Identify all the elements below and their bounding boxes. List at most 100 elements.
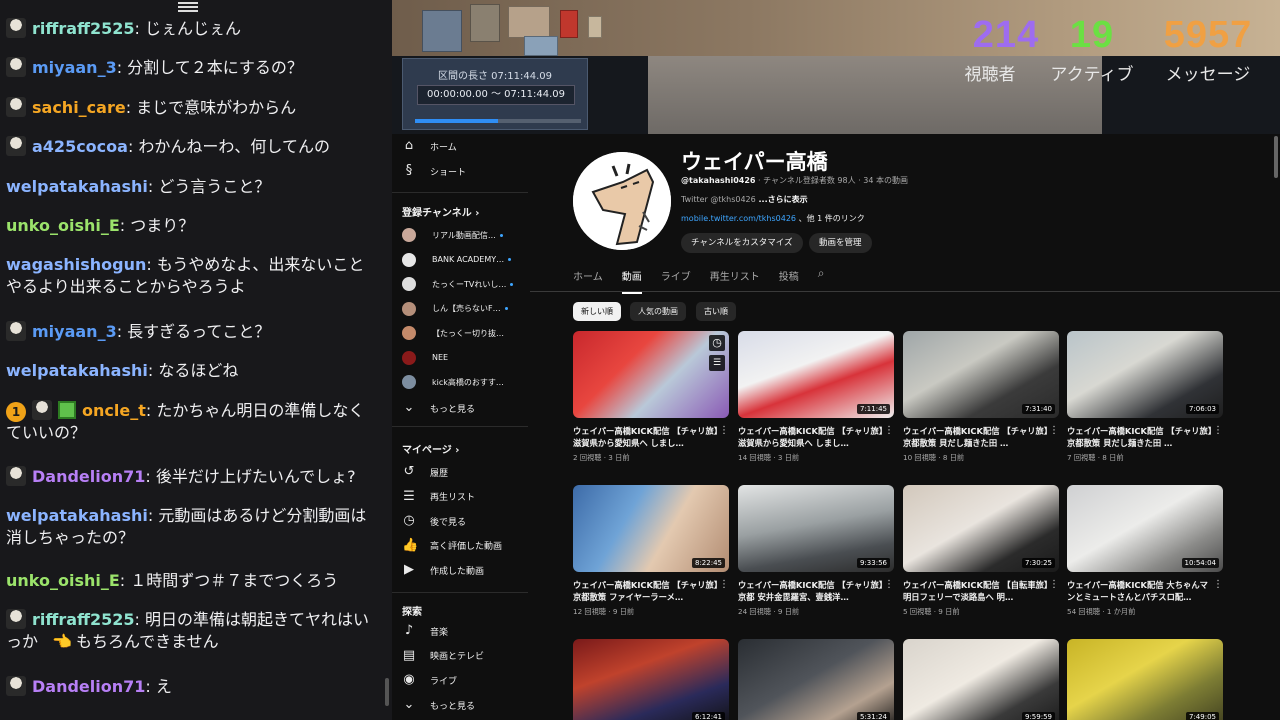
sidebar-item-movies[interactable]: ▤ 映画とテレビ	[402, 646, 484, 666]
chat-username[interactable]: wagashishogun	[6, 255, 146, 274]
channel-description[interactable]: Twitter @tkhs0426 ...さらに表示	[681, 194, 808, 205]
nav-shorts[interactable]: § ショート	[402, 161, 466, 181]
watch-later-icon[interactable]: ◷	[709, 335, 725, 351]
chat-username[interactable]: miyaan_3	[32, 58, 117, 77]
mypage-heading[interactable]: マイページ ›	[402, 441, 459, 456]
video-card[interactable]: 7:11:45 ウェイパー高橋KICK配信 【チャリ旅】滋賀県から愛知県へ しまし…	[738, 331, 894, 462]
channel-link[interactable]: mobile.twitter.com/tkhs0426 、他 1 件のリンク	[681, 213, 865, 224]
more-options-icon[interactable]: ⋮	[1213, 425, 1223, 436]
video-title[interactable]: ウェイパー高橋KICK配信 【チャリ旅】京都 安井金毘羅宮、壹銭洋…	[738, 579, 884, 603]
channel-link-url[interactable]: mobile.twitter.com/tkhs0426	[681, 214, 796, 223]
video-title[interactable]: ウェイパー高橋KICK配信 【チャリ旅】滋賀県から愛知県へ しまし…	[738, 425, 884, 449]
trim-range-input[interactable]: 00:00:00.00 ～ 07:11:44.09	[417, 85, 575, 105]
sidebar-subscription[interactable]: リアル動画配信…	[402, 226, 503, 244]
video-card[interactable]: ◷ ☰ ウェイパー高橋KICK配信 【チャリ旅】滋賀県から愛知県へ しまし… ⋮ 2 回…	[573, 331, 729, 462]
sidebar-item-music[interactable]: ♪ 音楽	[402, 621, 448, 641]
video-card[interactable]: 6:12:41	[573, 639, 729, 720]
customize-channel-button[interactable]: チャンネルをカスタマイズ	[681, 233, 803, 253]
more-options-icon[interactable]: ⋮	[719, 579, 729, 590]
sidebar-item-watch-later[interactable]: ◷ 後で見る	[402, 511, 466, 531]
video-card[interactable]: 10:54:04 ウェイパー高橋KICK配信 大ちゃんマンとミュートさんとパチスロ…	[1067, 485, 1223, 616]
video-card[interactable]: 7:06:03 ウェイパー高橋KICK配信 【チャリ旅】京都散策 貝だし麺きた田 …	[1067, 331, 1223, 462]
more-options-icon[interactable]: ⋮	[1049, 579, 1059, 590]
channel-avatar[interactable]	[573, 152, 671, 250]
more-options-icon[interactable]: ⋮	[1049, 425, 1059, 436]
more-options-icon[interactable]: ⋮	[719, 425, 729, 436]
nav-label: 後で見る	[430, 517, 467, 528]
more-options-icon[interactable]: ⋮	[884, 579, 894, 590]
chat-username[interactable]: riffraff2525	[32, 19, 135, 38]
sidebar-item-your-videos[interactable]: ▶ 作成した動画	[402, 560, 484, 580]
chat-message: Dandelion71: え	[6, 676, 376, 698]
video-thumbnail[interactable]: 7:06:03	[1067, 331, 1223, 418]
video-thumbnail[interactable]: 10:54:04	[1067, 485, 1223, 572]
chat-username[interactable]: miyaan_3	[32, 322, 117, 341]
chat-username[interactable]: Dandelion71	[32, 677, 145, 696]
video-title[interactable]: ウェイパー高橋KICK配信 【チャリ旅】京都散策 貝だし麺きた田 …	[1067, 425, 1213, 449]
chat-username[interactable]: sachi_care	[32, 98, 126, 117]
subscriptions-heading[interactable]: 登録チャンネル ›	[402, 204, 479, 219]
chat-username[interactable]: a425cocoa	[32, 137, 128, 156]
video-title[interactable]: ウェイパー高橋KICK配信 【チャリ旅】京都散策 ファイヤーラーメ…	[573, 579, 719, 603]
video-thumbnail[interactable]: ◷ ☰	[573, 331, 729, 418]
video-card[interactable]: 8:22:45 ウェイパー高橋KICK配信 【チャリ旅】京都散策 ファイヤーラーメ…	[573, 485, 729, 616]
add-to-queue-icon[interactable]: ☰	[709, 355, 725, 371]
nav-home[interactable]: ⌂ ホーム	[402, 136, 457, 156]
sidebar-subscription[interactable]: BANK ACADEMY…	[402, 251, 512, 269]
channel-link-more[interactable]: 、他 1 件のリンク	[796, 214, 865, 223]
sidebar-item-liked[interactable]: 👍 高く評価した動画	[402, 536, 502, 556]
video-card[interactable]: 7:30:25 ウェイパー高橋KICK配信 【自転車旅】明日フェリーで淡路島へ 明…	[903, 485, 1059, 616]
video-thumbnail[interactable]: 7:11:45	[738, 331, 894, 418]
sidebar-subscription[interactable]: しん【売らないF…	[402, 300, 508, 318]
chat-username[interactable]: welpatakahashi	[6, 506, 148, 525]
video-thumbnail[interactable]: 8:22:45	[573, 485, 729, 572]
sidebar-item-live[interactable]: ◉ ライブ	[402, 670, 457, 690]
chip-oldest[interactable]: 古い順	[696, 302, 736, 321]
chip-popular[interactable]: 人気の動画	[630, 302, 686, 321]
chat-username[interactable]: oncle_t	[82, 401, 146, 420]
video-card[interactable]: 9:33:56 ウェイパー高橋KICK配信 【チャリ旅】京都 安井金毘羅宮、壹銭洋…	[738, 485, 894, 616]
video-card[interactable]: 9:59:59	[903, 639, 1059, 720]
trim-progress-bar[interactable]	[415, 119, 581, 123]
more-options-icon[interactable]: ⋮	[1213, 579, 1223, 590]
chat-username[interactable]: riffraff2525	[32, 610, 135, 629]
video-thumbnail[interactable]: 9:33:56	[738, 485, 894, 572]
video-thumbnail[interactable]: 5:31:24	[738, 639, 894, 720]
video-title[interactable]: ウェイパー高橋KICK配信 【チャリ旅】京都散策 貝だし麺きた田 …	[903, 425, 1049, 449]
manage-videos-button[interactable]: 動画を管理	[809, 233, 872, 253]
chat-username[interactable]: welpatakahashi	[6, 361, 148, 380]
video-card[interactable]: 5:31:24	[738, 639, 894, 720]
video-thumbnail[interactable]: 7:30:25	[903, 485, 1059, 572]
page-scrollbar[interactable]	[1274, 136, 1278, 178]
video-duration: 7:11:45	[857, 404, 890, 414]
video-title[interactable]: ウェイパー高橋KICK配信 大ちゃんマンとミュートさんとパチスロ配…	[1067, 579, 1213, 603]
video-title[interactable]: ウェイパー高橋KICK配信 【自転車旅】明日フェリーで淡路島へ 明…	[903, 579, 1049, 603]
video-thumbnail[interactable]: 7:31:40	[903, 331, 1059, 418]
show-more-link[interactable]: ...さらに表示	[756, 195, 808, 204]
video-meta: 5 回視聴 · 9 日前	[903, 607, 960, 616]
sidebar-item-playlist[interactable]: ☰ 再生リスト	[402, 487, 475, 507]
video-title[interactable]: ウェイパー高橋KICK配信 【チャリ旅】滋賀県から愛知県へ しまし…	[573, 425, 719, 449]
chat-username[interactable]: welpatakahashi	[6, 177, 148, 196]
sidebar-subscription[interactable]: 【たっくー切り抜…	[402, 324, 504, 342]
search-icon[interactable]: ⌕	[818, 266, 825, 294]
sidebar-subscription[interactable]: たっくーTVれいし…	[402, 275, 514, 293]
sidebar-subscription[interactable]: kick高橋のおすす…	[402, 373, 504, 391]
video-thumbnail[interactable]: 9:59:59	[903, 639, 1059, 720]
show-more-explore[interactable]: ⌄ もっと見る	[402, 695, 475, 715]
sidebar-item-history[interactable]: ↺ 履歴	[402, 462, 448, 482]
menu-icon[interactable]	[178, 0, 198, 14]
video-card[interactable]: 7:31:40 ウェイパー高橋KICK配信 【チャリ旅】京都散策 貝だし麺きた田 …	[903, 331, 1059, 462]
video-card[interactable]: 7:49:05	[1067, 639, 1223, 720]
show-more-subscriptions[interactable]: ⌄ もっと見る	[402, 398, 475, 418]
chat-scrollbar[interactable]	[385, 678, 389, 706]
video-thumbnail[interactable]: 6:12:41	[573, 639, 729, 720]
chat-username[interactable]: unko_oishi_E	[6, 216, 120, 235]
chip-newest[interactable]: 新しい順	[573, 302, 621, 321]
sidebar-subscription[interactable]: NEE	[402, 349, 448, 367]
liked-icon: 👍	[402, 537, 419, 553]
more-options-icon[interactable]: ⋮	[884, 425, 894, 436]
video-thumbnail[interactable]: 7:49:05	[1067, 639, 1223, 720]
chat-username[interactable]: Dandelion71	[32, 467, 145, 486]
chat-username[interactable]: unko_oishi_E	[6, 571, 120, 590]
